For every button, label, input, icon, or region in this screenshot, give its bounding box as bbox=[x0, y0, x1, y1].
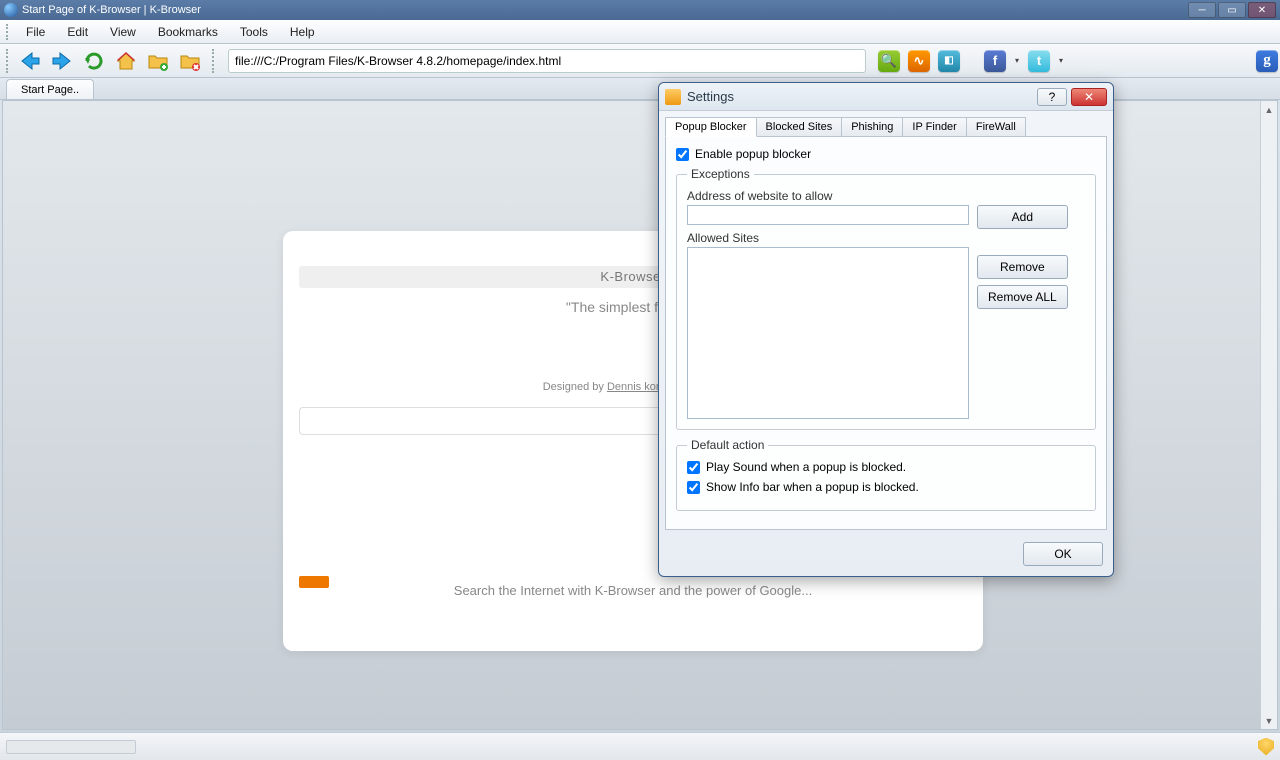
allowed-sites-listbox[interactable] bbox=[687, 247, 969, 419]
back-arrow-icon bbox=[18, 49, 42, 73]
tab-blocked-sites[interactable]: Blocked Sites bbox=[756, 117, 843, 136]
settings-tabs: Popup Blocker Blocked Sites Phishing IP … bbox=[659, 111, 1113, 136]
statusbar bbox=[0, 732, 1280, 760]
tab-ip-finder[interactable]: IP Finder bbox=[902, 117, 966, 136]
home-button[interactable] bbox=[112, 47, 140, 75]
minimize-button[interactable]: ─ bbox=[1188, 2, 1216, 18]
reload-icon bbox=[82, 49, 106, 73]
app-icon bbox=[4, 3, 18, 17]
vertical-scrollbar[interactable]: ▲ ▼ bbox=[1260, 101, 1277, 729]
scroll-down-button[interactable]: ▼ bbox=[1261, 712, 1277, 729]
address-input[interactable] bbox=[228, 49, 866, 73]
folder-delete-icon bbox=[178, 49, 202, 73]
play-sound-checkbox[interactable] bbox=[687, 461, 700, 474]
forward-button[interactable] bbox=[48, 47, 76, 75]
google-button[interactable]: g bbox=[1254, 48, 1280, 74]
ok-button[interactable]: OK bbox=[1023, 542, 1103, 566]
settings-icon bbox=[665, 89, 681, 105]
window-titlebar: Start Page of K-Browser | K-Browser ─ ▭ … bbox=[0, 0, 1280, 20]
default-action-fieldset: Default action Play Sound when a popup i… bbox=[676, 438, 1096, 511]
toolbar-grip bbox=[6, 49, 10, 73]
twitter-icon: t bbox=[1028, 50, 1050, 72]
settings-panel: Enable popup blocker Exceptions Address … bbox=[665, 136, 1107, 530]
maximize-button[interactable]: ▭ bbox=[1218, 2, 1246, 18]
shield-icon[interactable] bbox=[1258, 738, 1274, 756]
play-sound-row: Play Sound when a popup is blocked. bbox=[687, 460, 1085, 474]
rss-button[interactable]: ∿ bbox=[906, 48, 932, 74]
menu-file[interactable]: File bbox=[16, 23, 55, 41]
credit-prefix: Designed by bbox=[543, 381, 607, 393]
menu-bookmarks[interactable]: Bookmarks bbox=[148, 23, 228, 41]
menu-help[interactable]: Help bbox=[280, 23, 325, 41]
exceptions-fieldset: Exceptions Address of website to allow A… bbox=[676, 167, 1096, 430]
facebook-button[interactable]: f bbox=[982, 48, 1008, 74]
close-window-button[interactable]: ✕ bbox=[1248, 2, 1276, 18]
menu-edit[interactable]: Edit bbox=[57, 23, 98, 41]
enable-popup-blocker-row: Enable popup blocker bbox=[676, 147, 1096, 161]
tab-popup-blocker[interactable]: Popup Blocker bbox=[665, 117, 757, 137]
menubar: File Edit View Bookmarks Tools Help bbox=[0, 20, 1280, 44]
bookmark-icon: ◧ bbox=[938, 50, 960, 72]
address-input-field[interactable] bbox=[687, 205, 969, 225]
forward-arrow-icon bbox=[50, 49, 74, 73]
settings-dialog: Settings ? ✕ Popup Blocker Blocked Sites… bbox=[658, 82, 1114, 577]
twitter-button[interactable]: t bbox=[1026, 48, 1052, 74]
default-action-legend: Default action bbox=[687, 438, 768, 452]
play-sound-label: Play Sound when a popup is blocked. bbox=[706, 460, 906, 474]
bookmark-button[interactable]: ◧ bbox=[936, 48, 962, 74]
homepage-tagline: Search the Internet with K-Browser and t… bbox=[283, 583, 983, 598]
show-infobar-row: Show Info bar when a popup is blocked. bbox=[687, 480, 1085, 494]
enable-popup-blocker-label: Enable popup blocker bbox=[695, 147, 811, 161]
exception-buttons: Add Remove Remove ALL bbox=[977, 205, 1068, 309]
window-title: Start Page of K-Browser | K-Browser bbox=[22, 4, 1188, 16]
show-infobar-label: Show Info bar when a popup is blocked. bbox=[706, 480, 919, 494]
menu-tools[interactable]: Tools bbox=[230, 23, 278, 41]
toolbar: 🔍 ∿ ◧ f ▾ t ▾ g bbox=[0, 44, 1280, 78]
home-icon bbox=[114, 49, 138, 73]
open-folder-button[interactable] bbox=[144, 47, 172, 75]
toolbar-grip-2 bbox=[212, 49, 216, 73]
address-label: Address of website to allow bbox=[687, 189, 1085, 203]
remove-button[interactable]: Remove bbox=[977, 255, 1068, 279]
exceptions-legend: Exceptions bbox=[687, 167, 754, 181]
dialog-help-button[interactable]: ? bbox=[1037, 88, 1067, 106]
tab-phishing[interactable]: Phishing bbox=[841, 117, 903, 136]
dialog-title: Settings bbox=[687, 89, 1033, 104]
facebook-icon: f bbox=[984, 50, 1006, 72]
reload-button[interactable] bbox=[80, 47, 108, 75]
tab-start-page[interactable]: Start Page.. bbox=[6, 79, 94, 99]
search-button[interactable]: 🔍 bbox=[876, 48, 902, 74]
scroll-up-button[interactable]: ▲ bbox=[1261, 101, 1277, 118]
search-icon: 🔍 bbox=[878, 50, 900, 72]
tab-firewall[interactable]: FireWall bbox=[966, 117, 1026, 136]
back-button[interactable] bbox=[16, 47, 44, 75]
facebook-dropdown[interactable]: ▾ bbox=[1012, 48, 1022, 74]
show-infobar-checkbox[interactable] bbox=[687, 481, 700, 494]
dialog-close-button[interactable]: ✕ bbox=[1071, 88, 1107, 106]
add-button[interactable]: Add bbox=[977, 205, 1068, 229]
rss-icon: ∿ bbox=[908, 50, 930, 72]
menu-view[interactable]: View bbox=[100, 23, 146, 41]
menubar-grip bbox=[6, 24, 10, 40]
delete-folder-button[interactable] bbox=[176, 47, 204, 75]
twitter-dropdown[interactable]: ▾ bbox=[1056, 48, 1066, 74]
address-bar bbox=[228, 49, 866, 73]
credit-link[interactable]: Dennis kon. bbox=[607, 381, 665, 393]
remove-all-button[interactable]: Remove ALL bbox=[977, 285, 1068, 309]
enable-popup-blocker-checkbox[interactable] bbox=[676, 148, 689, 161]
folder-open-icon bbox=[146, 49, 170, 73]
dialog-footer: OK bbox=[659, 536, 1113, 576]
google-icon: g bbox=[1256, 50, 1278, 72]
dialog-titlebar[interactable]: Settings ? ✕ bbox=[659, 83, 1113, 111]
progress-bar bbox=[6, 740, 136, 754]
